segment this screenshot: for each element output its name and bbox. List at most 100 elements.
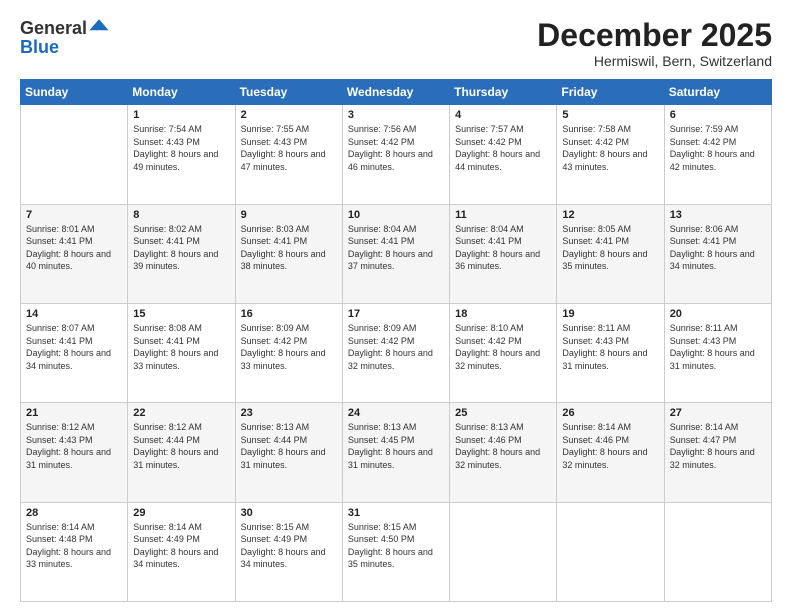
calendar-table: Sunday Monday Tuesday Wednesday Thursday… <box>20 79 772 602</box>
calendar-cell: 30 Sunrise: 8:15 AMSunset: 4:49 PMDaylig… <box>235 502 342 601</box>
header-tuesday: Tuesday <box>235 80 342 105</box>
cell-info: Sunrise: 8:11 AMSunset: 4:43 PMDaylight:… <box>670 322 766 372</box>
logo-general: General <box>20 18 87 39</box>
calendar-week-row: 28 Sunrise: 8:14 AMSunset: 4:48 PMDaylig… <box>21 502 772 601</box>
day-number: 22 <box>133 407 229 419</box>
day-number: 11 <box>455 209 551 221</box>
day-number: 23 <box>241 407 337 419</box>
calendar-cell: 18 Sunrise: 8:10 AMSunset: 4:42 PMDaylig… <box>450 303 557 402</box>
cell-info: Sunrise: 7:54 AMSunset: 4:43 PMDaylight:… <box>133 123 229 173</box>
cell-info: Sunrise: 8:14 AMSunset: 4:47 PMDaylight:… <box>670 421 766 471</box>
day-number: 20 <box>670 308 766 320</box>
calendar-week-row: 21 Sunrise: 8:12 AMSunset: 4:43 PMDaylig… <box>21 403 772 502</box>
calendar-cell: 11 Sunrise: 8:04 AMSunset: 4:41 PMDaylig… <box>450 204 557 303</box>
calendar-cell: 26 Sunrise: 8:14 AMSunset: 4:46 PMDaylig… <box>557 403 664 502</box>
calendar-cell: 4 Sunrise: 7:57 AMSunset: 4:42 PMDayligh… <box>450 105 557 204</box>
calendar-week-row: 7 Sunrise: 8:01 AMSunset: 4:41 PMDayligh… <box>21 204 772 303</box>
month-title: December 2025 <box>537 18 772 53</box>
calendar-cell: 14 Sunrise: 8:07 AMSunset: 4:41 PMDaylig… <box>21 303 128 402</box>
calendar-cell: 29 Sunrise: 8:14 AMSunset: 4:49 PMDaylig… <box>128 502 235 601</box>
calendar-cell: 17 Sunrise: 8:09 AMSunset: 4:42 PMDaylig… <box>342 303 449 402</box>
day-number: 18 <box>455 308 551 320</box>
location-subtitle: Hermiswil, Bern, Switzerland <box>537 53 772 69</box>
day-number: 15 <box>133 308 229 320</box>
cell-info: Sunrise: 8:03 AMSunset: 4:41 PMDaylight:… <box>241 223 337 273</box>
cell-info: Sunrise: 8:08 AMSunset: 4:41 PMDaylight:… <box>133 322 229 372</box>
header-saturday: Saturday <box>664 80 771 105</box>
day-number: 19 <box>562 308 658 320</box>
header-monday: Monday <box>128 80 235 105</box>
day-number: 14 <box>26 308 122 320</box>
day-number: 24 <box>348 407 444 419</box>
header-thursday: Thursday <box>450 80 557 105</box>
calendar-cell: 22 Sunrise: 8:12 AMSunset: 4:44 PMDaylig… <box>128 403 235 502</box>
calendar-cell: 13 Sunrise: 8:06 AMSunset: 4:41 PMDaylig… <box>664 204 771 303</box>
calendar-cell: 27 Sunrise: 8:14 AMSunset: 4:47 PMDaylig… <box>664 403 771 502</box>
calendar-cell: 16 Sunrise: 8:09 AMSunset: 4:42 PMDaylig… <box>235 303 342 402</box>
cell-info: Sunrise: 8:13 AMSunset: 4:44 PMDaylight:… <box>241 421 337 471</box>
calendar-cell: 12 Sunrise: 8:05 AMSunset: 4:41 PMDaylig… <box>557 204 664 303</box>
cell-info: Sunrise: 8:05 AMSunset: 4:41 PMDaylight:… <box>562 223 658 273</box>
calendar-cell: 7 Sunrise: 8:01 AMSunset: 4:41 PMDayligh… <box>21 204 128 303</box>
day-number: 31 <box>348 507 444 519</box>
cell-info: Sunrise: 8:06 AMSunset: 4:41 PMDaylight:… <box>670 223 766 273</box>
calendar-cell: 23 Sunrise: 8:13 AMSunset: 4:44 PMDaylig… <box>235 403 342 502</box>
cell-info: Sunrise: 8:07 AMSunset: 4:41 PMDaylight:… <box>26 322 122 372</box>
logo: General Blue <box>20 18 110 58</box>
calendar-cell <box>557 502 664 601</box>
calendar-cell: 28 Sunrise: 8:14 AMSunset: 4:48 PMDaylig… <box>21 502 128 601</box>
logo-blue: Blue <box>20 37 59 58</box>
cell-info: Sunrise: 8:10 AMSunset: 4:42 PMDaylight:… <box>455 322 551 372</box>
cell-info: Sunrise: 7:59 AMSunset: 4:42 PMDaylight:… <box>670 123 766 173</box>
page: General Blue December 2025 Hermiswil, Be… <box>0 0 792 612</box>
calendar-cell: 8 Sunrise: 8:02 AMSunset: 4:41 PMDayligh… <box>128 204 235 303</box>
day-number: 12 <box>562 209 658 221</box>
day-number: 29 <box>133 507 229 519</box>
calendar-cell: 6 Sunrise: 7:59 AMSunset: 4:42 PMDayligh… <box>664 105 771 204</box>
calendar-cell: 5 Sunrise: 7:58 AMSunset: 4:42 PMDayligh… <box>557 105 664 204</box>
cell-info: Sunrise: 8:13 AMSunset: 4:46 PMDaylight:… <box>455 421 551 471</box>
cell-info: Sunrise: 8:14 AMSunset: 4:49 PMDaylight:… <box>133 521 229 571</box>
calendar-cell: 15 Sunrise: 8:08 AMSunset: 4:41 PMDaylig… <box>128 303 235 402</box>
day-number: 5 <box>562 109 658 121</box>
cell-info: Sunrise: 8:15 AMSunset: 4:50 PMDaylight:… <box>348 521 444 571</box>
weekday-header-row: Sunday Monday Tuesday Wednesday Thursday… <box>21 80 772 105</box>
cell-info: Sunrise: 7:57 AMSunset: 4:42 PMDaylight:… <box>455 123 551 173</box>
calendar-cell: 2 Sunrise: 7:55 AMSunset: 4:43 PMDayligh… <box>235 105 342 204</box>
calendar-cell: 9 Sunrise: 8:03 AMSunset: 4:41 PMDayligh… <box>235 204 342 303</box>
day-number: 9 <box>241 209 337 221</box>
calendar-cell <box>664 502 771 601</box>
calendar-cell <box>21 105 128 204</box>
day-number: 10 <box>348 209 444 221</box>
day-number: 3 <box>348 109 444 121</box>
cell-info: Sunrise: 8:12 AMSunset: 4:43 PMDaylight:… <box>26 421 122 471</box>
calendar-cell: 24 Sunrise: 8:13 AMSunset: 4:45 PMDaylig… <box>342 403 449 502</box>
calendar-cell: 3 Sunrise: 7:56 AMSunset: 4:42 PMDayligh… <box>342 105 449 204</box>
calendar-cell: 31 Sunrise: 8:15 AMSunset: 4:50 PMDaylig… <box>342 502 449 601</box>
calendar-cell: 20 Sunrise: 8:11 AMSunset: 4:43 PMDaylig… <box>664 303 771 402</box>
day-number: 1 <box>133 109 229 121</box>
calendar-cell: 1 Sunrise: 7:54 AMSunset: 4:43 PMDayligh… <box>128 105 235 204</box>
header-wednesday: Wednesday <box>342 80 449 105</box>
day-number: 6 <box>670 109 766 121</box>
header-friday: Friday <box>557 80 664 105</box>
calendar-cell: 10 Sunrise: 8:04 AMSunset: 4:41 PMDaylig… <box>342 204 449 303</box>
cell-info: Sunrise: 8:04 AMSunset: 4:41 PMDaylight:… <box>455 223 551 273</box>
cell-info: Sunrise: 8:09 AMSunset: 4:42 PMDaylight:… <box>348 322 444 372</box>
day-number: 21 <box>26 407 122 419</box>
day-number: 8 <box>133 209 229 221</box>
calendar-cell: 21 Sunrise: 8:12 AMSunset: 4:43 PMDaylig… <box>21 403 128 502</box>
day-number: 30 <box>241 507 337 519</box>
cell-info: Sunrise: 8:14 AMSunset: 4:48 PMDaylight:… <box>26 521 122 571</box>
logo-triangle-icon <box>88 17 110 39</box>
day-number: 26 <box>562 407 658 419</box>
day-number: 7 <box>26 209 122 221</box>
day-number: 13 <box>670 209 766 221</box>
calendar-week-row: 14 Sunrise: 8:07 AMSunset: 4:41 PMDaylig… <box>21 303 772 402</box>
title-block: December 2025 Hermiswil, Bern, Switzerla… <box>537 18 772 69</box>
cell-info: Sunrise: 8:02 AMSunset: 4:41 PMDaylight:… <box>133 223 229 273</box>
cell-info: Sunrise: 7:55 AMSunset: 4:43 PMDaylight:… <box>241 123 337 173</box>
day-number: 28 <box>26 507 122 519</box>
cell-info: Sunrise: 8:11 AMSunset: 4:43 PMDaylight:… <box>562 322 658 372</box>
cell-info: Sunrise: 8:12 AMSunset: 4:44 PMDaylight:… <box>133 421 229 471</box>
